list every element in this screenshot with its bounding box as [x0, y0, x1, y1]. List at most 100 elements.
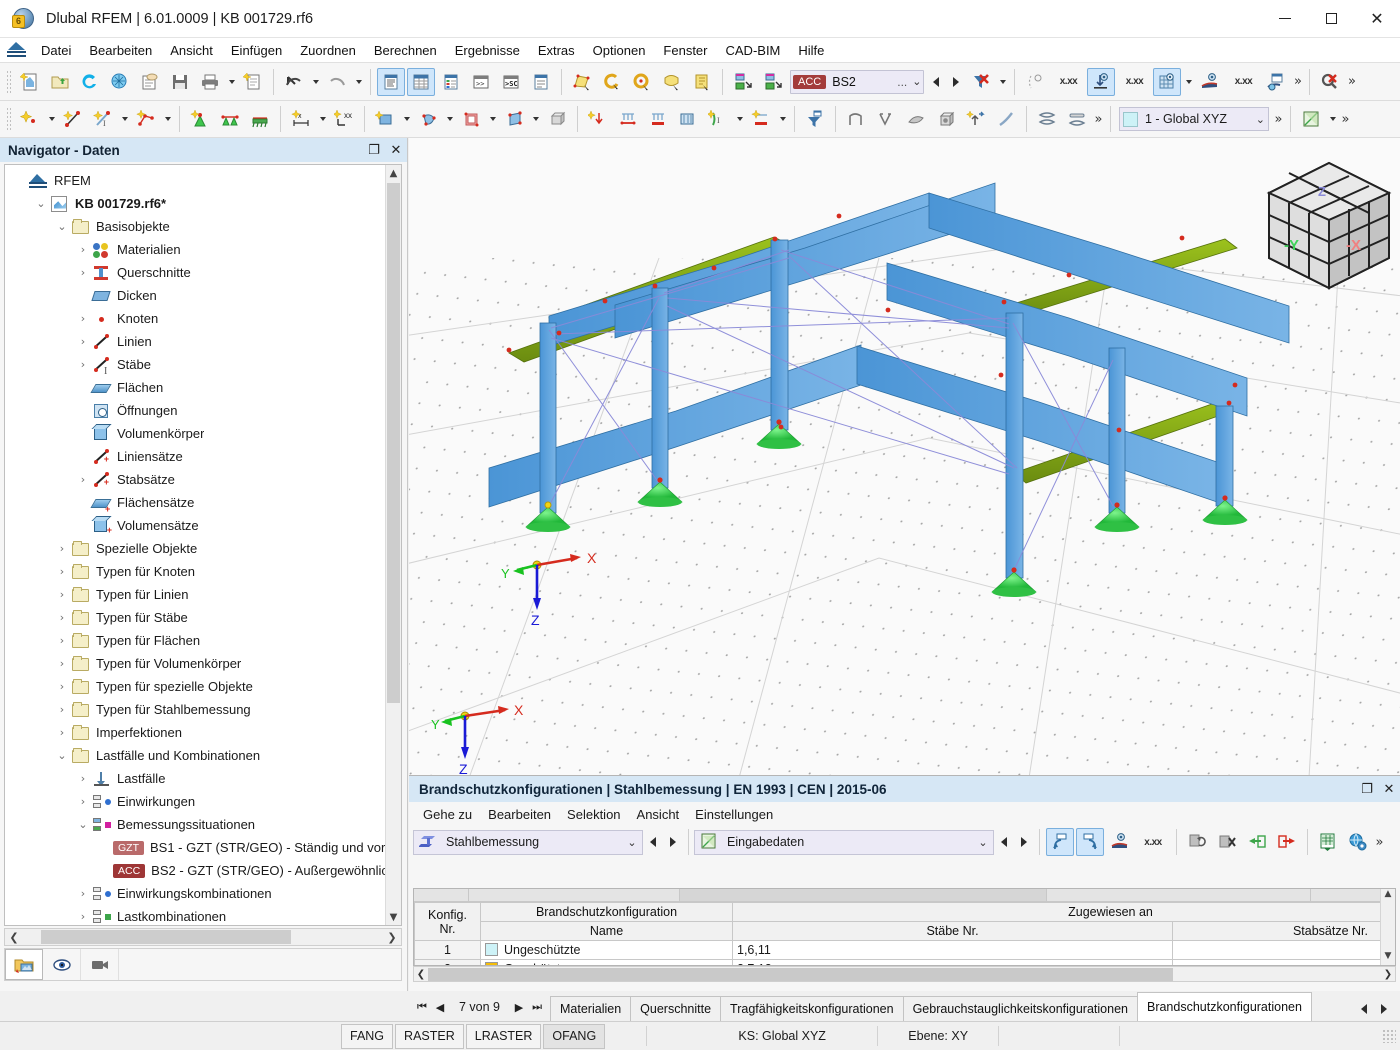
- tree-item-materialien[interactable]: › Materialien: [5, 238, 401, 261]
- load-case-ellipsis[interactable]: ...: [897, 75, 907, 89]
- pager-next-button[interactable]: ▶: [510, 1001, 528, 1014]
- chevron-right-icon[interactable]: ›: [74, 887, 92, 900]
- pager-prev-button[interactable]: ◀: [431, 1001, 449, 1014]
- undo-table-icon[interactable]: [1046, 828, 1074, 856]
- reload-icon[interactable]: [76, 68, 104, 96]
- status-ofang[interactable]: OFANG: [543, 1023, 606, 1049]
- toolbar1-overflow2-icon[interactable]: »: [1345, 68, 1358, 96]
- tree-item-lastfälle[interactable]: › Lastfälle: [5, 767, 401, 790]
- tree-item-linien[interactable]: › Linien: [5, 330, 401, 353]
- table-hscroll-thumb[interactable]: [428, 968, 1173, 981]
- table-column-resize-strip[interactable]: [414, 889, 1395, 902]
- tree-item-bs1-gzt-str-geo-ständig-und-vorü[interactable]: GZT BS1 - GZT (STR/GEO) - Ständig und vor…: [5, 836, 401, 859]
- new-opening-icon[interactable]: [457, 105, 485, 133]
- navigator-restore-icon[interactable]: ❐: [363, 139, 385, 161]
- delete-row-icon[interactable]: [1213, 828, 1241, 856]
- model-check-icon[interactable]: [106, 68, 134, 96]
- nodal-load-icon[interactable]: [584, 105, 612, 133]
- resize-grip[interactable]: [1382, 1029, 1396, 1043]
- imperfection-icon[interactable]: [747, 105, 775, 133]
- model-viewport[interactable]: X Y Z X Y Z -Y -X Z: [409, 138, 1400, 775]
- rotate-view-icon[interactable]: [598, 68, 626, 96]
- spreadsheet-icon[interactable]: [1297, 105, 1325, 133]
- line-load-icon[interactable]: [614, 105, 642, 133]
- navigator-scroll-right-icon[interactable]: ❯: [383, 931, 401, 944]
- dimension-xx-icon[interactable]: xx: [330, 105, 358, 133]
- tree-item-volumenkörper[interactable]: Volumenkörper: [5, 422, 401, 445]
- open-folder-icon[interactable]: [46, 68, 74, 96]
- tab-materialien[interactable]: Materialien: [550, 996, 632, 1021]
- new-solid-icon[interactable]: [414, 105, 442, 133]
- navigator-hscrollbar[interactable]: ❮ ❯: [4, 928, 402, 946]
- chevron-down-icon[interactable]: ⌄: [912, 75, 921, 88]
- new-surface-icon[interactable]: [371, 105, 399, 133]
- navigator-hscroll-thumb[interactable]: [41, 930, 291, 944]
- printout-report-icon[interactable]: [136, 68, 164, 96]
- chevron-right-icon[interactable]: ›: [74, 473, 92, 486]
- grid-display-icon[interactable]: [1153, 67, 1182, 96]
- tree-item-knoten[interactable]: › Knoten: [5, 307, 401, 330]
- tree-item-typen-für-flächen[interactable]: › Typen für Flächen: [5, 629, 401, 652]
- menu-ergebnisse[interactable]: Ergebnisse: [446, 40, 529, 61]
- tree-item-typen-für-spezielle-objekte[interactable]: › Typen für spezielle Objekte: [5, 675, 401, 698]
- dock-menu-bearbeiten[interactable]: Bearbeiten: [480, 805, 559, 824]
- chevron-right-icon[interactable]: ›: [53, 634, 71, 647]
- navigator-panel-icon[interactable]: [377, 67, 405, 96]
- member-dropdown-icon[interactable]: [118, 105, 131, 133]
- new-line-icon[interactable]: [59, 105, 87, 133]
- cube-icon[interactable]: [932, 105, 960, 133]
- menu-hilfe[interactable]: Hilfe: [789, 40, 833, 61]
- print-dropdown-icon[interactable]: [225, 68, 238, 96]
- mirror-objects-icon[interactable]: [759, 68, 787, 96]
- loads-hidden-icon[interactable]: [1021, 68, 1049, 96]
- export-icon[interactable]: [1273, 828, 1301, 856]
- line-support-icon[interactable]: [216, 105, 244, 133]
- tree-item-einwirkungen[interactable]: › Einwirkungen: [5, 790, 401, 813]
- cell-stabsaetze[interactable]: [1172, 940, 1395, 960]
- solid-block-icon[interactable]: [543, 105, 571, 133]
- results-table[interactable]: Konfig. Nr. Brandschutzkonfiguration Zug…: [413, 888, 1396, 966]
- tree-item-stabsätze[interactable]: › + Stabsätze: [5, 468, 401, 491]
- table-row[interactable]: 1 Ungeschützte 1,6,11: [414, 940, 1395, 960]
- truss-icon[interactable]: [1033, 105, 1061, 133]
- menu-zuordnen[interactable]: Zuordnen: [291, 40, 365, 61]
- module-combo[interactable]: Stahlbemessung ⌄: [413, 829, 643, 855]
- show-result-icon[interactable]: [1106, 828, 1134, 856]
- module-prev-button[interactable]: [643, 830, 663, 854]
- new-polyline-icon[interactable]: [132, 105, 160, 133]
- data-combo[interactable]: Eingabedaten ⌄: [694, 829, 994, 855]
- load-case-prev-button[interactable]: [926, 70, 946, 94]
- pager-last-button[interactable]: ⏭: [528, 1000, 546, 1014]
- load-values-icon[interactable]: x.xx: [1117, 68, 1151, 96]
- tree-item-rfem[interactable]: RFEM: [5, 169, 401, 192]
- truss2-icon[interactable]: [1063, 105, 1091, 133]
- tab-scroll-left-button[interactable]: [1354, 997, 1374, 1021]
- navigator-vscrollbar[interactable]: ▲ ▼: [385, 165, 401, 925]
- shell-icon[interactable]: [902, 105, 930, 133]
- import-icon[interactable]: [1243, 828, 1271, 856]
- dimension-icon[interactable]: x: [287, 105, 315, 133]
- table-hscrollbar[interactable]: ❮ ❯: [413, 966, 1396, 982]
- chevron-right-icon[interactable]: ›: [74, 910, 92, 923]
- new-model-icon[interactable]: [16, 68, 44, 96]
- menu-datei[interactable]: Datei: [32, 40, 80, 61]
- tree-item-stäbe[interactable]: › I Stäbe: [5, 353, 401, 377]
- chevron-down-icon[interactable]: ⌄: [53, 220, 71, 233]
- tree-item-typen-für-linien[interactable]: › Typen für Linien: [5, 583, 401, 606]
- maximize-button[interactable]: [1308, 0, 1354, 38]
- chevron-down-icon[interactable]: ⌄: [74, 818, 92, 831]
- tree-item-basisobjekte[interactable]: ⌄ Basisobjekte: [5, 215, 401, 238]
- new-member-icon[interactable]: I: [89, 105, 117, 133]
- chevron-right-icon[interactable]: ›: [53, 611, 71, 624]
- dock-close-icon[interactable]: ✕: [1378, 777, 1400, 801]
- show-loads-icon[interactable]: [1087, 67, 1116, 96]
- toolbar1-overflow-icon[interactable]: »: [1291, 68, 1304, 96]
- new-printout-icon[interactable]: [239, 68, 267, 96]
- camera-icon[interactable]: [81, 949, 119, 980]
- module-chevron-down-icon[interactable]: ⌄: [622, 836, 642, 849]
- cs-chevron-down-icon[interactable]: ⌄: [1256, 113, 1265, 126]
- tree-item-lastkombinationen[interactable]: › Lastkombinationen: [5, 905, 401, 925]
- diagonal-icon[interactable]: [992, 105, 1020, 133]
- extrude-icon[interactable]: [962, 105, 990, 133]
- grid-dropdown-icon[interactable]: [1182, 68, 1195, 96]
